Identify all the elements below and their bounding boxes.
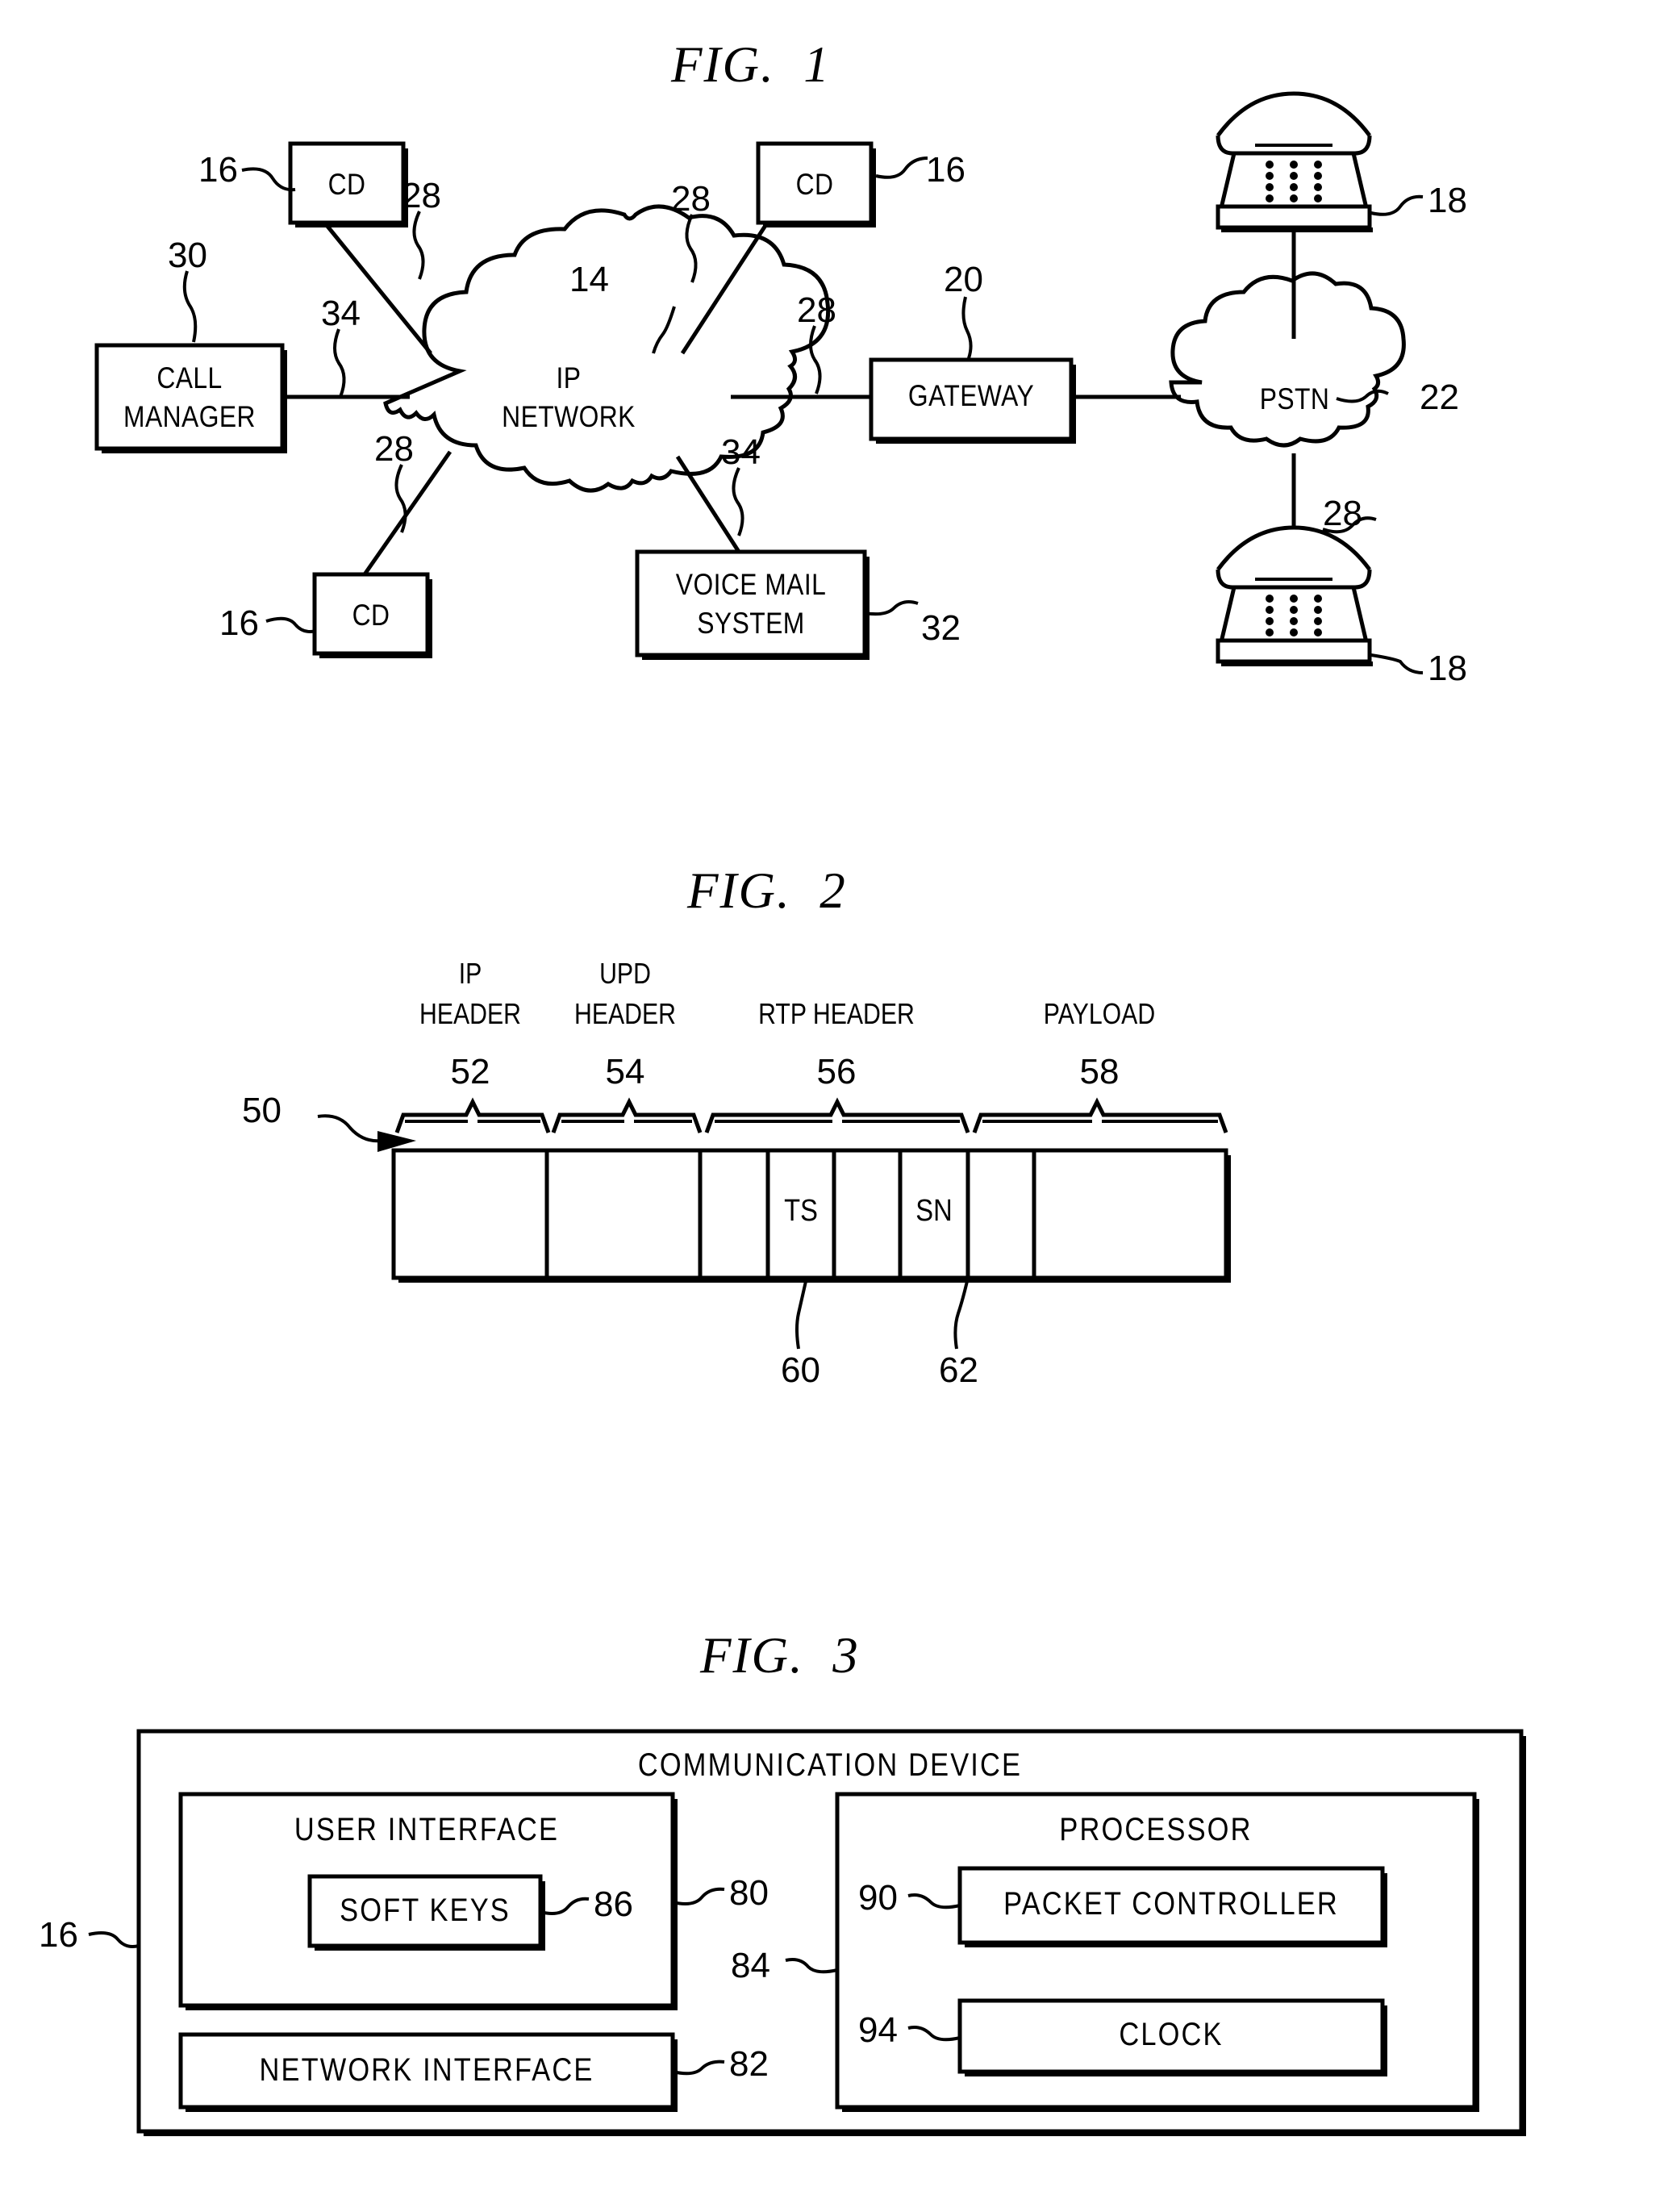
refnum-segment-upd: 54 <box>605 1052 645 1091</box>
ip-network-cloud <box>383 204 831 493</box>
communication-device-title: COMMUNICATION DEVICE <box>637 1747 1023 1783</box>
refnum-cd-top-right: 16 <box>926 150 965 190</box>
refnum-link-voice-mail: 34 <box>721 432 761 472</box>
refnum-cell-timestamp: 60 <box>781 1350 820 1390</box>
refnum-soft-keys: 86 <box>594 1884 633 1924</box>
refnum-cd-top-left: 16 <box>198 150 238 190</box>
cell-label-timestamp: TS <box>784 1194 818 1228</box>
telephone-top <box>1216 91 1373 232</box>
keypad-dots <box>1266 161 1322 202</box>
refnum-packet: 50 <box>242 1091 282 1130</box>
cd-label-top-right: CD <box>795 168 834 201</box>
refnum-network-interface: 82 <box>729 2044 769 2084</box>
refnum-cd-bottom-left: 16 <box>219 603 259 643</box>
pstn-cloud <box>1169 271 1406 448</box>
segment-label-ip-line1: IP <box>458 957 482 990</box>
refnum-processor: 84 <box>731 1946 770 1985</box>
segment-label-upd-line1: UPD <box>599 957 651 990</box>
cell-label-sequence-number: SN <box>915 1194 953 1228</box>
refnum-phone-top: 18 <box>1428 181 1467 220</box>
refnum-link-gateway: 28 <box>797 290 836 330</box>
refnum-device: 16 <box>39 1915 78 1955</box>
refnum-pstn: 22 <box>1420 378 1459 417</box>
segment-label-ip-line2: HEADER <box>419 997 522 1030</box>
refnum-segment-payload: 58 <box>1079 1052 1120 1091</box>
segment-label-rtp: RTP HEADER <box>758 997 915 1030</box>
segment-braces <box>394 1097 1228 1133</box>
refnum-phone-bottom: 18 <box>1428 649 1467 688</box>
call-manager-label-line1: CALL <box>156 361 223 394</box>
processor-label: PROCESSOR <box>1059 1812 1253 1847</box>
refnum-segment-ip: 52 <box>450 1052 490 1091</box>
segment-label-upd-line2: HEADER <box>573 997 677 1030</box>
refnum-link-call-manager: 34 <box>321 294 361 333</box>
refnum-segment-rtp: 56 <box>816 1052 857 1091</box>
refnum-call-manager: 30 <box>168 236 207 275</box>
patent-figure-sheet: FIG. 1 CD CD CD CALL MANAGER IP NETWORK … <box>0 0 1664 2212</box>
packet-controller-label: PACKET CONTROLLER <box>1003 1886 1339 1922</box>
segment-label-payload: PAYLOAD <box>1043 997 1156 1030</box>
refnum-link-cd-tl: 28 <box>402 176 441 215</box>
cell-leaders <box>795 1277 970 1350</box>
pstn-label: PSTN <box>1259 382 1330 415</box>
gateway-label: GATEWAY <box>907 379 1035 412</box>
network-interface-label: NETWORK INTERFACE <box>259 2052 594 2088</box>
cd-label-top-left: CD <box>327 168 366 201</box>
refnum-clock: 94 <box>858 2010 898 2050</box>
ip-network-label-line1: IP <box>556 361 582 394</box>
clock-label: CLOCK <box>1119 2017 1224 2052</box>
soft-keys-label: SOFT KEYS <box>340 1893 511 1928</box>
voice-mail-label-line2: SYSTEM <box>697 607 805 640</box>
cd-label-bottom-left: CD <box>352 599 390 632</box>
telephone-bottom <box>1216 525 1373 666</box>
refnum-link-cd-bl: 28 <box>374 429 414 469</box>
voice-mail-label-line1: VOICE MAIL <box>675 568 827 601</box>
user-interface-label: USER INTERFACE <box>294 1812 560 1847</box>
refnum-ip-network: 14 <box>569 260 609 299</box>
figure-3-title: FIG. 3 <box>700 1627 860 1684</box>
keypad-dots <box>1266 595 1322 636</box>
figure-2-title: FIG. 2 <box>687 862 847 919</box>
refnum-link-pstn-phone: 28 <box>1323 494 1362 533</box>
refnum-packet-controller: 90 <box>858 1878 898 1918</box>
refnum-link-cd-tr: 28 <box>671 179 711 219</box>
refnum-user-interface: 80 <box>729 1873 769 1913</box>
figure-1-title: FIG. 1 <box>671 36 831 93</box>
refnum-voice-mail: 32 <box>921 608 961 648</box>
refnum-gateway: 20 <box>944 260 983 299</box>
refnum-cell-sequence-number: 62 <box>939 1350 978 1390</box>
ip-network-label-line2: NETWORK <box>502 400 636 433</box>
call-manager-label-line2: MANAGER <box>123 400 256 433</box>
